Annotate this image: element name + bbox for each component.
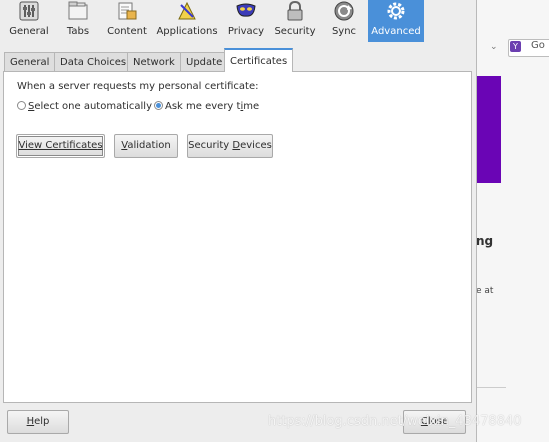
toolbar-security[interactable]: Security: [272, 0, 318, 42]
view-certificates-label-pre: View Certificate: [18, 140, 98, 151]
applications-icon: [178, 1, 196, 20]
tab-update-label: Update: [186, 57, 223, 68]
toolbar-privacy[interactable]: Privacy: [226, 0, 266, 42]
tab-general-label: General: [10, 57, 50, 68]
toolbar-applications-label: Applications: [156, 26, 218, 37]
radio-select-automatically[interactable]: Select one automatically: [17, 101, 152, 112]
tab-certificates[interactable]: Certificates: [224, 48, 294, 72]
radio-auto-text-post: elect one automatically: [34, 101, 153, 112]
certificate-request-prompt: When a server requests my personal certi…: [17, 81, 259, 92]
divider: [476, 387, 506, 388]
view-certificates-accel: s: [97, 140, 103, 151]
preferences-dialog: General Tabs Content Applications Privac…: [0, 0, 477, 442]
background-browser-window: ⌄ Y Go ng e at: [475, 0, 549, 442]
toolbar-sync[interactable]: Sync: [325, 0, 363, 42]
search-box[interactable]: Y Go: [508, 39, 549, 57]
security-lock-icon: [287, 1, 303, 21]
toolbar-applications[interactable]: Applications: [155, 0, 219, 42]
help-label: elp: [34, 416, 50, 427]
radio-ask-indicator[interactable]: [154, 101, 163, 110]
tab-data-choices-label: Data Choices: [60, 57, 127, 68]
search-text: Go: [531, 40, 545, 51]
view-certificates-button[interactable]: View Certificates: [16, 134, 105, 158]
toolbar-advanced[interactable]: Advanced: [368, 0, 424, 42]
page-text-fragment: e at: [476, 286, 494, 296]
chevron-down-icon[interactable]: ⌄: [490, 42, 498, 52]
toolbar-tabs-label: Tabs: [66, 26, 90, 37]
radio-ask-text-post: me: [243, 101, 260, 112]
toolbar-general-label: General: [9, 26, 49, 37]
tab-network-label: Network: [133, 57, 175, 68]
page-heading-fragment: ng: [476, 234, 494, 248]
toolbar-security-label: Security: [274, 26, 316, 37]
security-devices-label-post: evices: [240, 140, 272, 151]
help-button[interactable]: Help: [7, 410, 69, 434]
sync-icon: [334, 1, 354, 21]
privacy-mask-icon: [236, 3, 256, 17]
toolbar-advanced-label: Advanced: [371, 26, 421, 37]
toolbar-content-label: Content: [107, 26, 147, 37]
security-devices-label-pre: Security: [188, 140, 233, 151]
security-devices-button[interactable]: Security Devices: [187, 134, 273, 158]
tab-general[interactable]: General: [4, 52, 56, 71]
preferences-toolbar: General Tabs Content Applications Privac…: [0, 0, 476, 42]
toolbar-tabs[interactable]: Tabs: [60, 0, 96, 42]
tab-data-choices[interactable]: Data Choices: [54, 52, 133, 71]
browser-toolbar: ⌄ Y Go: [476, 38, 549, 60]
help-accel: H: [26, 416, 35, 427]
validation-button[interactable]: Validation: [114, 134, 178, 158]
advanced-gear-icon: [387, 2, 405, 20]
toolbar-content[interactable]: Content: [104, 0, 150, 42]
general-sliders-icon: [19, 1, 39, 21]
purple-banner: [476, 76, 501, 183]
security-devices-accel: D: [232, 140, 241, 151]
watermark-text: https://blog.csdn.net/weixin_43478840: [268, 414, 522, 429]
radio-ask-every-time[interactable]: Ask me every time: [154, 101, 259, 112]
yahoo-search-icon: Y: [510, 41, 521, 52]
tab-update[interactable]: Update: [180, 52, 229, 71]
radio-auto-indicator[interactable]: [17, 101, 26, 110]
certificates-panel: [3, 71, 472, 403]
tab-network[interactable]: Network: [127, 52, 181, 71]
tab-certificates-label: Certificates: [230, 56, 288, 67]
toolbar-sync-label: Sync: [331, 26, 357, 37]
validation-label: alidation: [127, 140, 171, 151]
toolbar-general[interactable]: General: [6, 0, 52, 42]
content-icon: [118, 2, 137, 20]
radio-ask-text-pre: Ask me every t: [165, 101, 241, 112]
tabs-icon: [68, 1, 88, 20]
toolbar-privacy-label: Privacy: [227, 26, 265, 37]
